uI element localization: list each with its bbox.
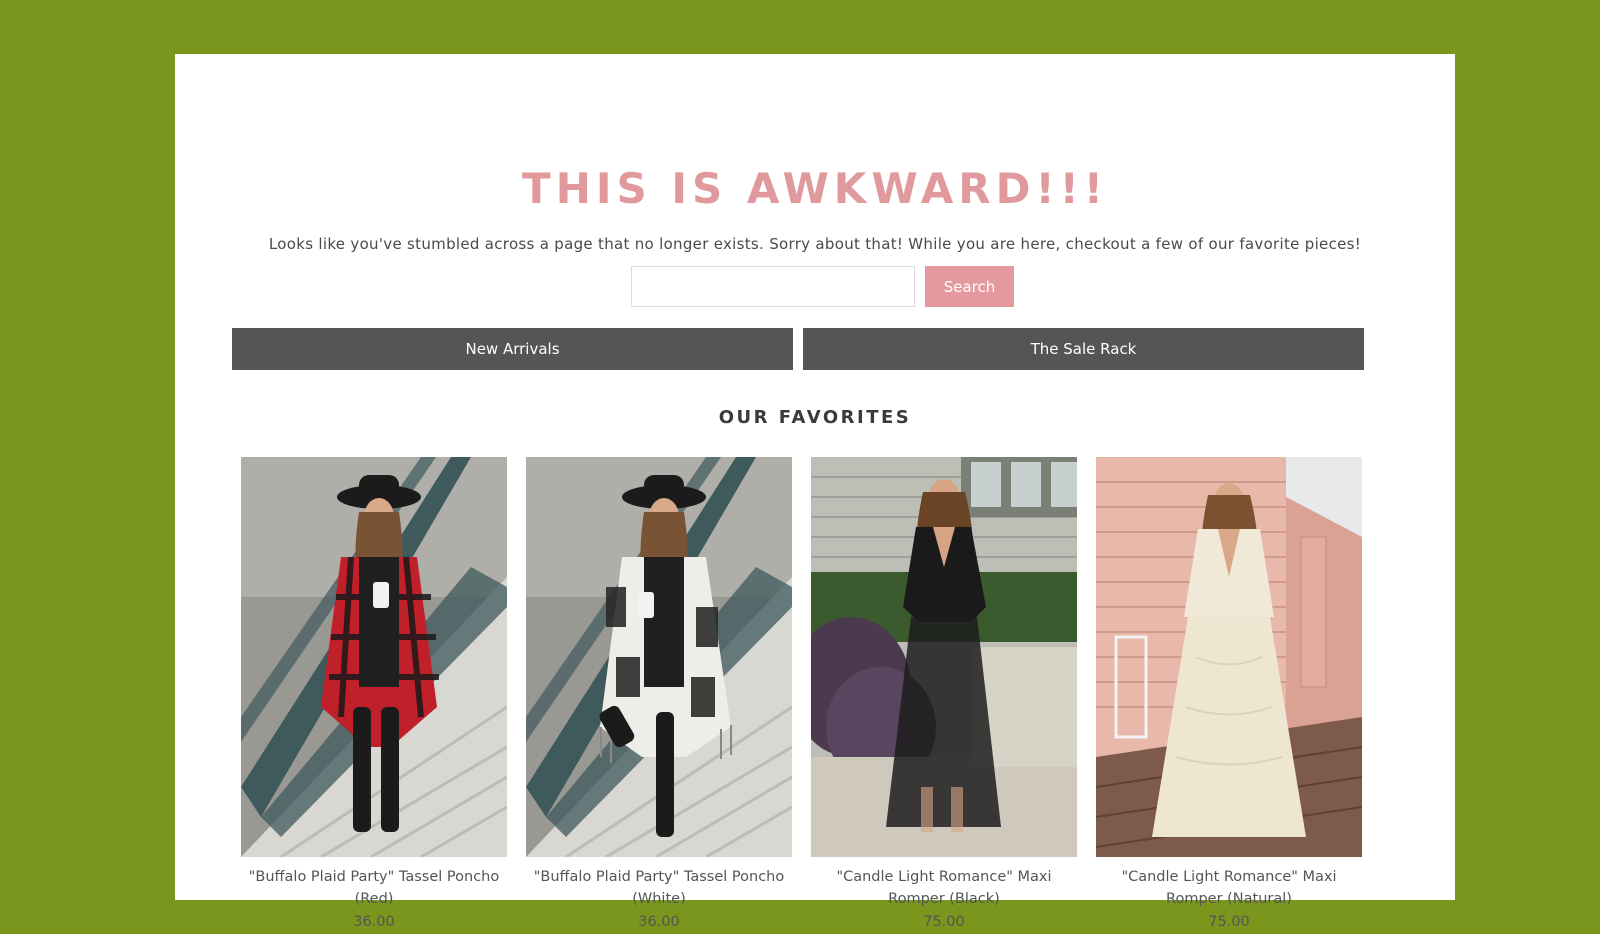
product-name-line[interactable]: "Candle Light Romance" Maxi: [1096, 866, 1362, 888]
product-image[interactable]: [241, 457, 507, 857]
search-input[interactable]: [631, 266, 915, 307]
product-name[interactable]: "Candle Light Romance" Maxi Romper (Natu…: [1096, 866, 1362, 910]
product-image[interactable]: [811, 457, 1077, 857]
product-name[interactable]: "Candle Light Romance" Maxi Romper (Blac…: [811, 866, 1077, 910]
product-price: 36.00: [638, 914, 680, 930]
favorites-title: OUR FAVORITES: [718, 407, 912, 428]
product-name-line[interactable]: (Red): [241, 888, 507, 910]
product-image[interactable]: [526, 457, 792, 857]
product-card[interactable]: "Buffalo Plaid Party" Tassel Poncho (Red…: [241, 457, 507, 934]
product-card[interactable]: "Candle Light Romance" Maxi Romper (Blac…: [811, 457, 1077, 934]
product-card[interactable]: "Candle Light Romance" Maxi Romper (Natu…: [1096, 457, 1362, 934]
product-image[interactable]: [1096, 457, 1362, 857]
search-button[interactable]: Search: [925, 266, 1014, 307]
search-form: Search: [631, 266, 1014, 309]
product-name[interactable]: "Buffalo Plaid Party" Tassel Poncho (Whi…: [526, 866, 792, 910]
product-grid: "Buffalo Plaid Party" Tassel Poncho (Red…: [241, 457, 1373, 934]
product-name-line[interactable]: Romper (Black): [811, 888, 1077, 910]
product-name-line[interactable]: "Buffalo Plaid Party" Tassel Poncho: [526, 866, 792, 888]
product-name-line[interactable]: "Buffalo Plaid Party" Tassel Poncho: [241, 866, 507, 888]
nav-buttons: New Arrivals The Sale Rack: [232, 328, 1364, 370]
product-name-line[interactable]: Romper (Natural): [1096, 888, 1362, 910]
product-name-line[interactable]: (White): [526, 888, 792, 910]
product-price: 36.00: [353, 914, 395, 930]
page-headline: THIS IS AWKWARD!!!: [522, 164, 1108, 213]
sale-rack-button[interactable]: The Sale Rack: [803, 328, 1364, 370]
product-card[interactable]: "Buffalo Plaid Party" Tassel Poncho (Whi…: [526, 457, 792, 934]
product-name-line[interactable]: "Candle Light Romance" Maxi: [811, 866, 1077, 888]
intro-text: Looks like you've stumbled across a page…: [268, 235, 1362, 253]
product-price: 75.00: [1208, 914, 1250, 930]
new-arrivals-button[interactable]: New Arrivals: [232, 328, 793, 370]
page-card: THIS IS AWKWARD!!! Looks like you've stu…: [175, 54, 1455, 930]
product-price: 75.00: [923, 914, 965, 930]
product-name[interactable]: "Buffalo Plaid Party" Tassel Poncho (Red…: [241, 866, 507, 910]
